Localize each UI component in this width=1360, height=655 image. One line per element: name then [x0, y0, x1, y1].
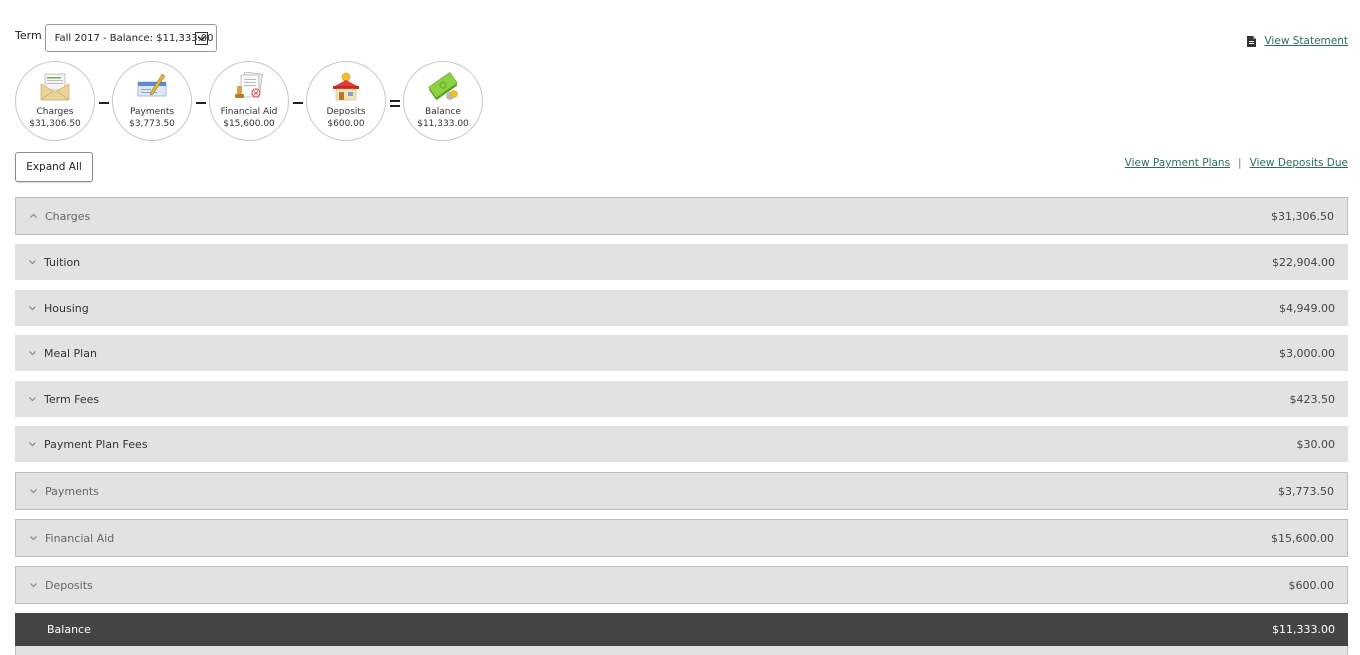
row-amount: $22,904.00 — [1272, 255, 1335, 269]
view-deposits-due-link[interactable]: View Deposits Due — [1250, 157, 1348, 169]
row-label: Charges — [45, 209, 91, 223]
row-amount: $30.00 — [1296, 437, 1336, 451]
summary-payments: Payments $3,773.50 — [112, 61, 192, 141]
term-selector-group: Term Fall 2017 - Balance: $11,333.00 — [15, 24, 217, 52]
row-label: Financial Aid — [45, 531, 115, 545]
row-amount: $4,949.00 — [1279, 301, 1335, 315]
section-row-payments[interactable]: Payments $3,773.50 — [15, 472, 1348, 510]
money-stack-icon — [428, 72, 458, 100]
row-amount: $423.50 — [1289, 392, 1336, 406]
row-label: Housing — [44, 301, 89, 315]
chevron-down-icon[interactable] — [28, 350, 37, 356]
row-label: Term Fees — [44, 392, 100, 406]
view-statement-link[interactable]: View Statement — [1264, 35, 1348, 47]
summary-amount: $3,773.50 — [129, 119, 175, 129]
chevron-up-icon[interactable] — [29, 213, 38, 219]
document-icon — [1247, 35, 1257, 47]
minus-operator — [192, 102, 209, 104]
plan-links: View Payment Plans | View Deposits Due — [1125, 157, 1348, 169]
chevron-down-icon[interactable] — [29, 582, 38, 588]
minus-operator — [289, 102, 306, 104]
chevron-down-icon[interactable] — [29, 488, 38, 494]
summary-amount: $31,306.50 — [29, 119, 81, 129]
balance-row: Balance $11,333.00 — [15, 613, 1348, 646]
balance-summary: Charges $31,306.50 Payments $3,773.50 Fi… — [15, 61, 483, 141]
summary-label: Payments — [129, 107, 175, 117]
row-label: Deposits — [45, 578, 93, 592]
view-statement-group: View Statement — [1247, 35, 1348, 47]
chevron-down-icon[interactable] — [28, 259, 37, 265]
row-label: Tuition — [44, 255, 81, 269]
summary-label: Charges — [36, 107, 74, 117]
chevron-down-icon[interactable] — [28, 396, 37, 402]
sub-row-payment-plan-fees[interactable]: Payment Plan Fees $30.00 — [15, 426, 1348, 462]
summary-label: Deposits — [326, 107, 366, 117]
sub-row-tuition[interactable]: Tuition $22,904.00 — [15, 244, 1348, 280]
expand-all-button[interactable]: Expand All — [15, 152, 93, 182]
summary-amount: $15,600.00 — [223, 119, 275, 129]
sub-row-meal-plan[interactable]: Meal Plan $3,000.00 — [15, 335, 1348, 371]
sub-row-housing[interactable]: Housing $4,949.00 — [15, 290, 1348, 326]
chevron-down-icon[interactable] — [194, 32, 208, 45]
view-payment-plans-link[interactable]: View Payment Plans — [1125, 157, 1230, 169]
chevron-down-icon[interactable] — [28, 441, 37, 447]
term-select-value: Fall 2017 - Balance: $11,333.00 — [54, 32, 214, 44]
envelope-invoice-icon — [40, 73, 70, 101]
summary-financial-aid: Financial Aid $15,600.00 — [209, 61, 289, 141]
section-row-deposits[interactable]: Deposits $600.00 — [15, 566, 1348, 604]
summary-balance: Balance $11,333.00 — [403, 61, 483, 141]
chevron-down-icon[interactable] — [28, 305, 37, 311]
row-amount: $15,600.00 — [1271, 531, 1334, 545]
row-amount: $11,333.00 — [1272, 623, 1335, 636]
row-amount: $600.00 — [1288, 578, 1335, 592]
sub-row-term-fees[interactable]: Term Fees $423.50 — [15, 381, 1348, 417]
row-amount: $31,306.50 — [1271, 209, 1334, 223]
equals-operator — [386, 99, 403, 107]
chevron-down-icon[interactable] — [29, 535, 38, 541]
summary-amount: $600.00 — [327, 119, 365, 129]
summary-amount: $11,333.00 — [417, 119, 469, 129]
row-amount: $3,000.00 — [1279, 346, 1335, 360]
row-label: Balance — [47, 623, 91, 636]
summary-label: Financial Aid — [220, 107, 278, 117]
term-select[interactable]: Fall 2017 - Balance: $11,333.00 — [44, 24, 217, 52]
row-amount: $3,773.50 — [1278, 484, 1334, 498]
balance-detail-strip — [15, 646, 1348, 655]
section-row-charges[interactable]: Charges $31,306.50 — [15, 197, 1348, 235]
check-pen-icon — [137, 73, 167, 97]
link-separator: | — [1238, 157, 1242, 169]
row-label: Payments — [45, 484, 99, 498]
piggy-house-icon — [333, 72, 359, 101]
row-label: Meal Plan — [44, 346, 97, 360]
document-stamp-icon — [235, 72, 263, 98]
section-row-financial-aid[interactable]: Financial Aid $15,600.00 — [15, 519, 1348, 557]
term-label: Term — [15, 28, 42, 42]
summary-label: Balance — [425, 107, 461, 117]
row-label: Payment Plan Fees — [44, 437, 148, 451]
summary-deposits: Deposits $600.00 — [306, 61, 386, 141]
minus-operator — [95, 102, 112, 104]
summary-charges: Charges $31,306.50 — [15, 61, 95, 141]
